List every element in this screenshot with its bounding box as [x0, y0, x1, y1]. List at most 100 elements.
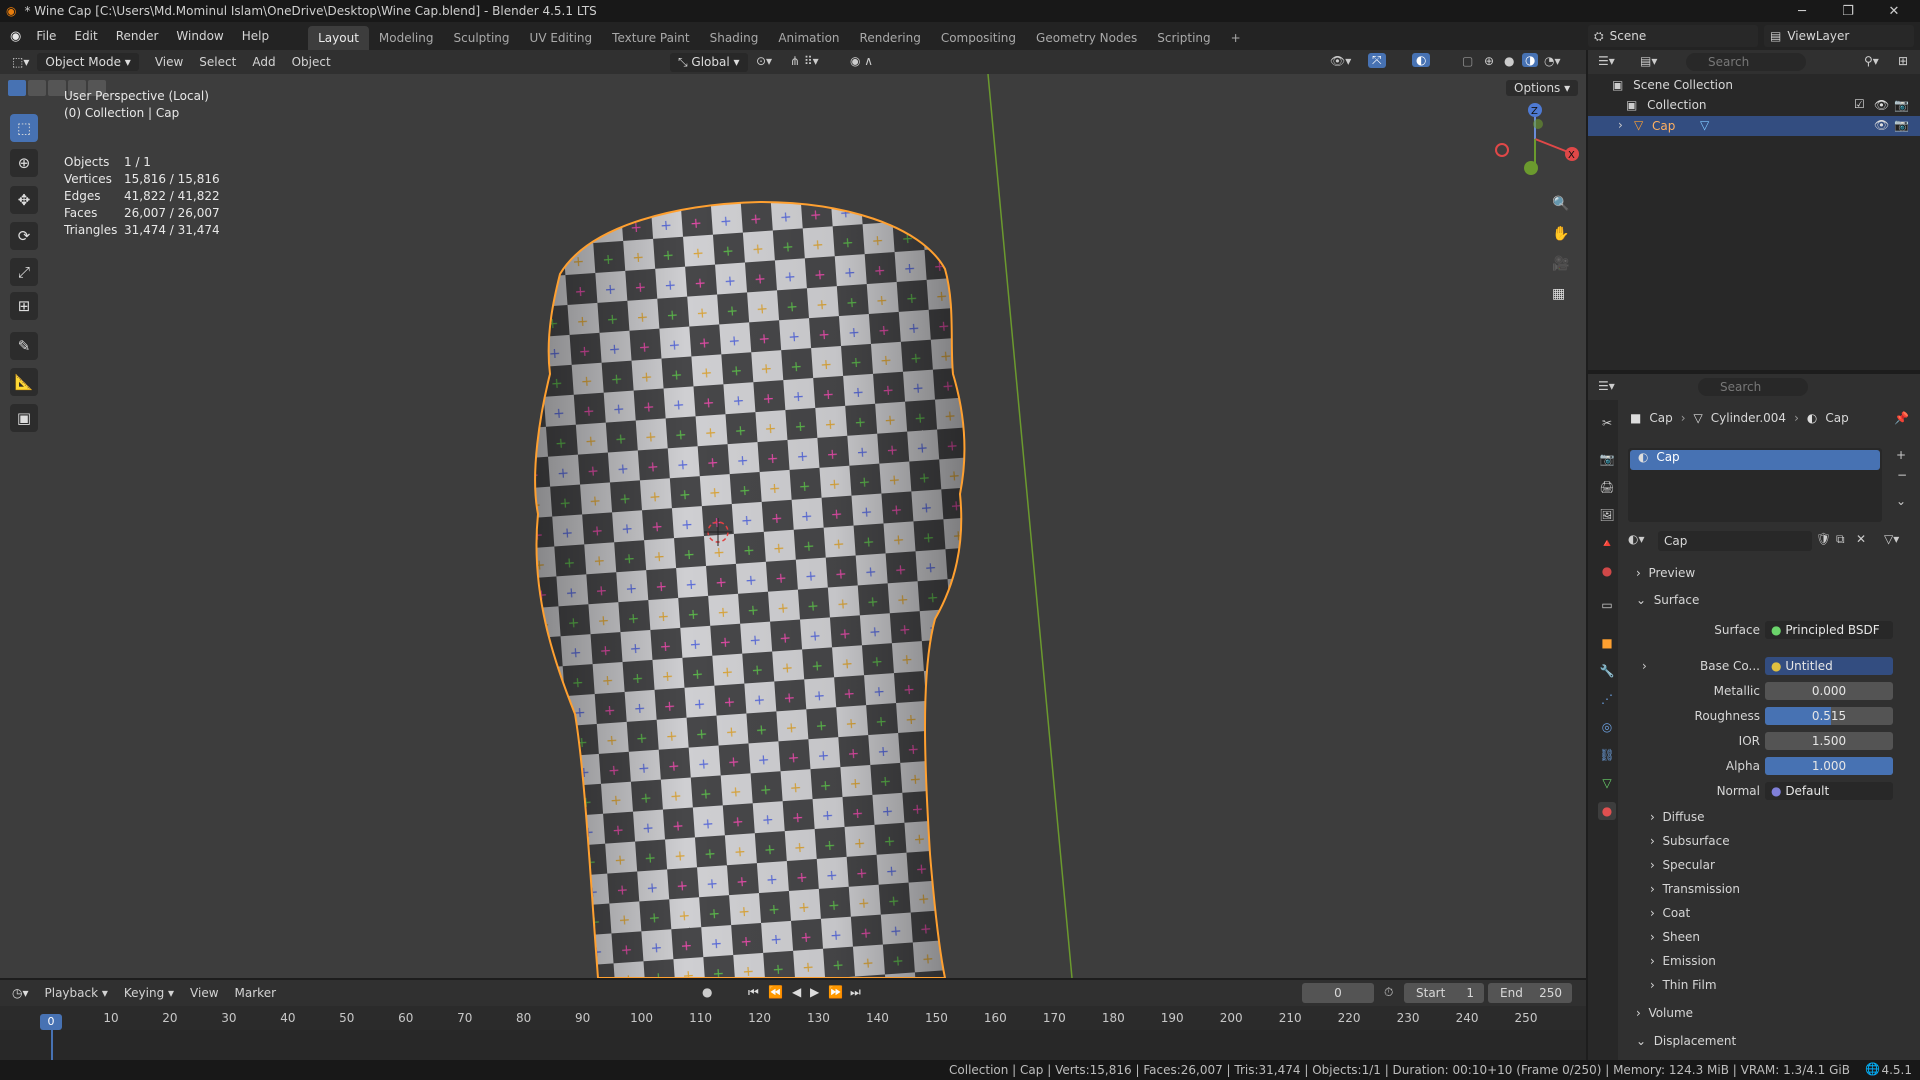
proportional-edit-icon[interactable]: ◉ ∧ [850, 54, 873, 68]
tool-tab-icon[interactable]: ✂ [1598, 414, 1616, 432]
section-diffuse[interactable]: › Diffuse [1650, 810, 1705, 824]
zoom-icon[interactable]: 🔍 [1552, 196, 1569, 212]
object-tab-icon[interactable]: ■ [1598, 634, 1616, 652]
jump-start-icon[interactable]: ⏮ [748, 985, 759, 1000]
end-frame-field[interactable]: End 250 [1488, 983, 1572, 1003]
constraints-tab-icon[interactable]: ⛓ [1598, 746, 1616, 764]
material-tab-icon[interactable]: ● [1598, 802, 1616, 820]
prev-keyframe-icon[interactable]: ⏪ [768, 985, 783, 999]
tab-geometry-nodes[interactable]: Geometry Nodes [1026, 26, 1147, 50]
snap-icon[interactable]: ⋔ ⠿▾ [790, 54, 819, 68]
section-preview[interactable]: › Preview [1636, 566, 1695, 580]
section-specular[interactable]: › Specular [1650, 858, 1715, 872]
maximize-button[interactable]: ❐ [1826, 0, 1870, 22]
section-thin-film[interactable]: › Thin Film [1650, 978, 1717, 992]
timeline-editor-icon[interactable]: ◷▾ [12, 986, 29, 1000]
pivot-icon[interactable]: ⊙▾ [756, 54, 772, 68]
cap-object[interactable]: + + + + [0, 74, 1586, 978]
tab-shading[interactable]: Shading [700, 26, 769, 50]
material-shading-icon[interactable]: ◑ [1522, 53, 1539, 67]
tab-texture-paint[interactable]: Texture Paint [602, 26, 699, 50]
play-reverse-icon[interactable]: ◀ [792, 985, 801, 999]
tab-uv-editing[interactable]: UV Editing [520, 26, 603, 50]
pin-icon[interactable]: 📌 [1894, 411, 1909, 425]
editor-type-icon[interactable]: ⬚▾ [12, 55, 29, 69]
menu-playback[interactable]: Playback ▾ [37, 986, 116, 1000]
section-displacement[interactable]: ⌄ Displacement [1636, 1034, 1736, 1048]
play-icon[interactable]: ▶ [810, 985, 819, 999]
menu-edit[interactable]: Edit [65, 22, 106, 50]
outliner-search-input[interactable]: Search [1686, 53, 1806, 71]
menu-window[interactable]: Window [167, 22, 232, 50]
menu-keying[interactable]: Keying ▾ [116, 986, 182, 1000]
navigation-gizmo[interactable]: Z X [1490, 94, 1580, 184]
tab-sculpting[interactable]: Sculpting [444, 26, 520, 50]
properties-editor-icon[interactable]: ☰▾ [1598, 379, 1615, 393]
new-collection-icon[interactable]: ⊞ [1898, 54, 1908, 68]
section-emission[interactable]: › Emission [1650, 954, 1716, 968]
menu-timeline-view[interactable]: View [182, 986, 226, 1000]
camera-view-icon[interactable]: 🎥 [1552, 256, 1569, 272]
expand-chevron-icon[interactable]: › [1642, 659, 1647, 673]
menu-help[interactable]: Help [233, 22, 278, 50]
filter-icon[interactable]: ⚲▾ [1864, 54, 1879, 68]
modifier-tab-icon[interactable]: 🔧 [1598, 662, 1616, 680]
ior-field[interactable]: 1.500 [1765, 732, 1893, 750]
eye-icon[interactable]: 👁 [1874, 118, 1889, 132]
section-transmission[interactable]: › Transmission [1650, 882, 1740, 896]
particles-tab-icon[interactable]: ⋰ [1598, 690, 1616, 708]
fake-user-icon[interactable]: 🛡 [1816, 532, 1831, 546]
preview-range-icon[interactable]: ⏱ [1384, 985, 1393, 1000]
tab-scripting[interactable]: Scripting [1147, 26, 1220, 50]
rendered-shading-icon[interactable]: ◔▾ [1544, 54, 1561, 68]
output-tab-icon[interactable]: 🖨 [1598, 478, 1616, 496]
unlink-material-icon[interactable]: ✕ [1856, 532, 1866, 546]
tab-layout[interactable]: Layout [308, 26, 369, 50]
start-frame-field[interactable]: Start 1 [1404, 983, 1484, 1003]
slot-specials-icon[interactable]: ⌄ [1896, 494, 1906, 508]
collection-row[interactable]: ▣ Collection ☑ 👁 📷 [1626, 97, 1914, 112]
tab-rendering[interactable]: Rendering [850, 26, 931, 50]
display-mode-icon[interactable]: ▤▾ [1640, 54, 1657, 68]
3d-viewport[interactable]: Options ▾ ⬚ ⊕ ✥ ⟳ ⤢ ⊞ ✎ 📐 ▣ User Perspec… [0, 74, 1586, 978]
normal-field[interactable]: ● Default [1765, 782, 1893, 800]
base-color-field[interactable]: ● Untitled [1765, 657, 1893, 675]
scene-selector[interactable]: ⛭ Scene [1588, 25, 1758, 47]
close-button[interactable]: ✕ [1872, 0, 1916, 22]
roughness-slider[interactable]: 0.515 [1765, 707, 1893, 725]
jump-end-icon[interactable]: ⏭ [850, 985, 861, 1000]
object-row-cap[interactable]: › ▽ Cap ▽ 👁 📷 [1588, 116, 1920, 136]
material-name-field[interactable]: Cap [1658, 531, 1812, 551]
link-type-icon[interactable]: ▽▾ [1884, 532, 1899, 546]
xray-icon[interactable]: ▢ [1462, 54, 1473, 68]
menu-file[interactable]: File [27, 22, 65, 50]
menu-marker[interactable]: Marker [227, 986, 284, 1000]
minimize-button[interactable]: ─ [1780, 0, 1824, 22]
scene-tab-icon[interactable]: 🔺 [1598, 534, 1616, 552]
gizmo-toggle-icon[interactable]: ⤧ [1368, 53, 1386, 68]
visibility-icon[interactable]: 👁▾ [1330, 54, 1351, 68]
camera-icon[interactable]: 📷 [1894, 118, 1909, 132]
material-slot-item[interactable]: ◐ Cap [1630, 450, 1880, 470]
tab-modeling[interactable]: Modeling [369, 26, 444, 50]
solid-shading-icon[interactable]: ● [1504, 54, 1514, 68]
playhead[interactable]: 0 [40, 1014, 62, 1030]
eye-icon[interactable]: 👁 [1874, 98, 1889, 112]
ortho-toggle-icon[interactable]: ▦ [1552, 286, 1565, 302]
physics-tab-icon[interactable]: ◎ [1598, 718, 1616, 736]
alpha-slider[interactable]: 1.000 [1765, 757, 1893, 775]
collection-tab-icon[interactable]: ▭ [1598, 596, 1616, 614]
exclude-checkbox[interactable]: ☑ [1854, 97, 1865, 111]
add-slot-icon[interactable]: + [1896, 448, 1906, 462]
world-tab-icon[interactable]: ● [1598, 562, 1616, 580]
outliner-editor-icon[interactable]: ☰▾ [1598, 54, 1615, 68]
mode-dropdown[interactable]: Object Mode ▾ [37, 53, 139, 71]
section-volume[interactable]: › Volume [1636, 1006, 1693, 1020]
data-tab-icon[interactable]: ▽ [1598, 774, 1616, 792]
tab-compositing[interactable]: Compositing [931, 26, 1026, 50]
section-subsurface[interactable]: › Subsurface [1650, 834, 1730, 848]
wireframe-shading-icon[interactable]: ⊕ [1484, 54, 1494, 68]
current-frame-field[interactable]: 0 [1302, 983, 1374, 1003]
section-surface[interactable]: ⌄ Surface [1636, 593, 1699, 607]
section-sheen[interactable]: › Sheen [1650, 930, 1700, 944]
